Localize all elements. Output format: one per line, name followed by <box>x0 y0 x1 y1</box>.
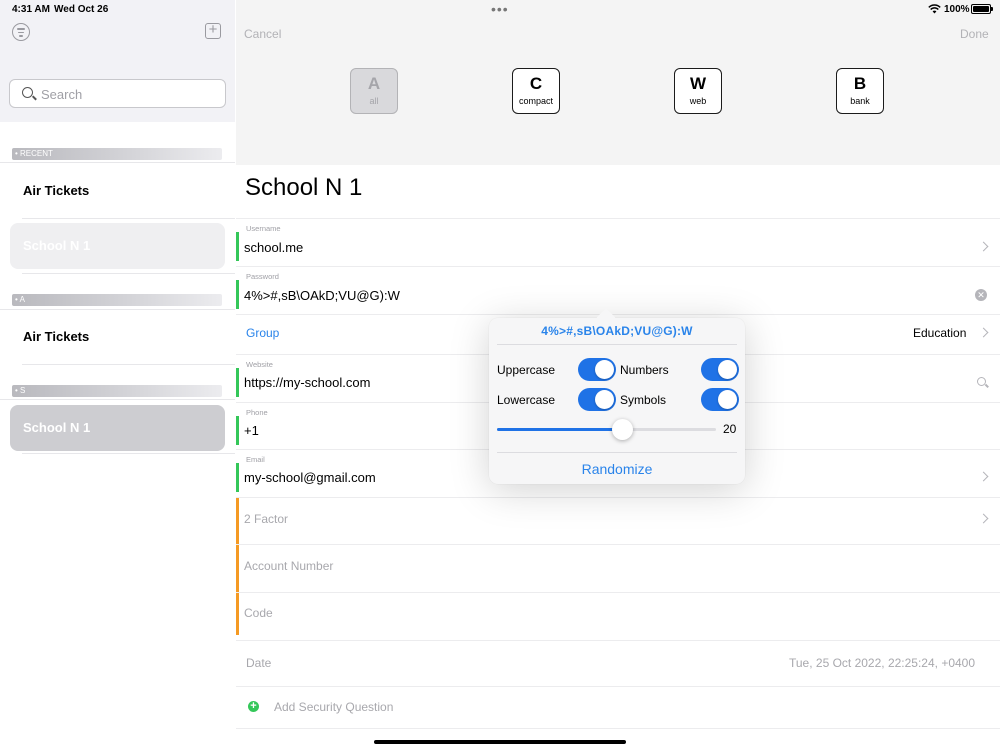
status-time: 4:31 AM <box>12 4 50 15</box>
date-label: Date <box>246 656 272 670</box>
list-item[interactable]: Air Tickets <box>10 168 225 214</box>
group-value[interactable]: Education <box>913 326 966 340</box>
two-factor-field[interactable]: 2 Factor <box>236 497 1000 544</box>
entry-title[interactable]: School N 1 <box>245 174 362 202</box>
category-label: web <box>689 96 707 106</box>
category-letter: W <box>689 74 707 93</box>
symbols-toggle[interactable] <box>701 388 739 411</box>
uppercase-toggle[interactable] <box>578 358 616 381</box>
website-value[interactable]: https://my-school.com <box>244 375 370 390</box>
lowercase-toggle[interactable] <box>578 388 616 411</box>
status-bar: 4:31 AM Wed Oct 26 ••• 100% <box>0 0 1000 18</box>
field-status-bar <box>236 498 239 544</box>
category-bank-button[interactable]: B bank <box>836 68 884 114</box>
category-letter: B <box>853 74 867 93</box>
symbols-label: Symbols <box>620 393 667 407</box>
add-entry-icon[interactable]: + <box>205 22 221 39</box>
add-circle-icon[interactable]: + <box>248 701 259 712</box>
status-date: Wed Oct 26 <box>54 4 109 15</box>
chevron-right-icon[interactable] <box>978 327 989 338</box>
search-box[interactable] <box>9 79 226 108</box>
field-label: Phone <box>246 408 268 417</box>
two-factor-placeholder[interactable]: 2 Factor <box>244 512 288 526</box>
lowercase-label: Lowercase <box>497 393 556 407</box>
account-number-field[interactable]: Account Number <box>236 544 1000 592</box>
field-status-bar <box>236 593 239 635</box>
field-label: Email <box>246 455 265 464</box>
entry-list: • RECENT Air Tickets School N 1 • A Air … <box>0 122 235 750</box>
username-field[interactable]: Username school.me <box>236 218 1000 266</box>
numbers-toggle[interactable] <box>701 358 739 381</box>
uppercase-label: Uppercase <box>497 363 556 377</box>
generated-password[interactable]: 4%>#,sB\OAkD;VU@G):W <box>489 324 745 338</box>
field-status-bar <box>236 545 239 592</box>
field-status-bar <box>236 280 239 309</box>
search-icon <box>22 87 33 98</box>
sidebar-toolbar: + <box>0 0 235 122</box>
list-item[interactable]: Air Tickets <box>10 314 225 360</box>
wifi-icon <box>928 4 941 17</box>
multitasking-dots-icon[interactable]: ••• <box>491 1 509 17</box>
category-compact-button[interactable]: C compact <box>512 68 560 114</box>
category-label: compact <box>518 96 553 106</box>
done-button[interactable]: Done <box>960 27 989 41</box>
list-item-selected[interactable]: School N 1 <box>10 405 225 451</box>
date-field: Date Tue, 25 Oct 2022, 22:25:24, +0400 <box>236 640 1000 686</box>
password-value[interactable]: 4%>#,sB\OAkD;VU@G):W <box>244 288 400 303</box>
list-item[interactable]: School N 1 <box>10 223 225 269</box>
length-value: 20 <box>723 422 737 436</box>
password-generator-popover: 4%>#,sB\OAkD;VU@G):W Uppercase Numbers L… <box>489 308 745 484</box>
battery-percent: 100% <box>944 4 970 15</box>
field-status-bar <box>236 368 239 397</box>
code-field[interactable]: Code <box>236 592 1000 640</box>
search-input[interactable] <box>41 85 221 103</box>
sidebar: + • RECENT Air Tickets School N 1 • A Ai… <box>0 0 235 750</box>
add-security-question-label[interactable]: Add Security Question <box>274 700 393 714</box>
section-header-recent: • RECENT <box>12 148 222 160</box>
search-icon[interactable] <box>977 377 986 386</box>
category-all-button[interactable]: A all <box>350 68 398 114</box>
category-label: bank <box>850 96 870 106</box>
length-slider[interactable] <box>497 419 716 440</box>
home-indicator[interactable] <box>374 740 626 744</box>
field-label: Password <box>246 272 279 281</box>
password-field[interactable]: Password 4%>#,sB\OAkD;VU@G):W ✕ <box>236 266 1000 314</box>
section-header-s: • S <box>12 385 222 397</box>
username-value[interactable]: school.me <box>244 240 303 255</box>
length-slider-fill <box>497 428 622 431</box>
field-status-bar <box>236 416 239 445</box>
category-web-button[interactable]: W web <box>674 68 722 114</box>
entry-header: Cancel Done A all C compact W web B bank <box>236 0 1000 165</box>
field-label: Username <box>246 224 281 233</box>
account-number-placeholder[interactable]: Account Number <box>244 559 333 573</box>
chevron-right-icon[interactable] <box>978 513 989 524</box>
chevron-right-icon[interactable] <box>978 241 989 252</box>
group-label[interactable]: Group <box>246 326 279 340</box>
clear-icon[interactable]: ✕ <box>975 289 987 301</box>
category-label: all <box>369 96 379 106</box>
date-value: Tue, 25 Oct 2022, 22:25:24, +0400 <box>789 656 976 670</box>
add-security-question-row[interactable]: + Add Security Question <box>236 686 1000 728</box>
section-header-a: • A <box>12 294 222 306</box>
field-label: Website <box>246 360 273 369</box>
filter-menu-icon[interactable] <box>12 23 30 41</box>
phone-value[interactable]: +1 <box>244 423 259 438</box>
randomize-button[interactable]: Randomize <box>489 461 745 477</box>
chevron-right-icon[interactable] <box>978 471 989 482</box>
battery-icon <box>971 4 993 14</box>
category-letter: C <box>529 74 543 93</box>
field-status-bar <box>236 232 239 261</box>
category-letter: A <box>367 74 381 93</box>
cancel-button[interactable]: Cancel <box>244 27 281 41</box>
field-status-bar <box>236 463 239 492</box>
numbers-label: Numbers <box>620 363 669 377</box>
code-placeholder[interactable]: Code <box>244 606 273 620</box>
length-slider-knob[interactable] <box>611 419 633 440</box>
email-value[interactable]: my-school@gmail.com <box>244 470 376 485</box>
